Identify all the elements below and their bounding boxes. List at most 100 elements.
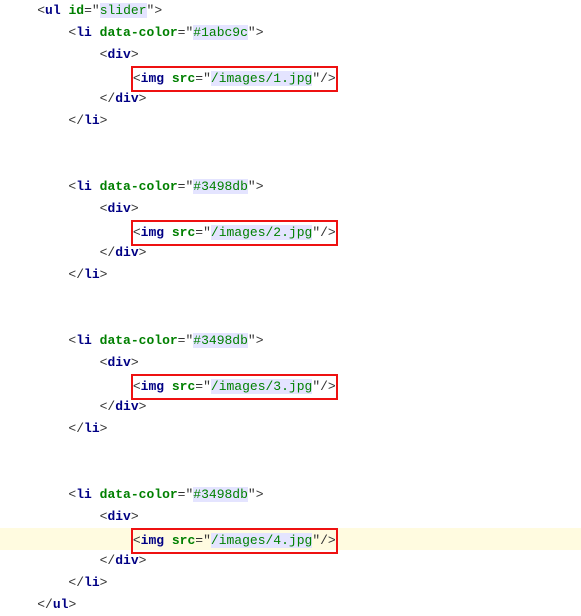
tag-li: li [76,487,92,502]
quote: " [312,533,320,548]
equals: = [195,533,203,548]
quote: " [248,333,256,348]
code-line[interactable]: <li data-color="#3498db"> [0,484,581,506]
code-line[interactable]: </li> [0,110,581,132]
code-line[interactable]: </li> [0,264,581,286]
quote: " [203,71,211,86]
tag-li: li [76,25,92,40]
tag-div: div [107,47,130,62]
self-close: /> [320,225,336,240]
angle-close: > [100,421,108,436]
highlight-box: <img src="/images/2.jpg"/> [131,220,338,246]
attr-src: src [172,379,195,394]
blank-line[interactable] [0,154,581,176]
blank-line[interactable] [0,462,581,484]
attr-src: src [172,71,195,86]
tag-div: div [107,201,130,216]
code-line[interactable]: </ul> [0,594,581,616]
code-line[interactable]: </li> [0,418,581,440]
angle-close: > [256,333,264,348]
angle-open: < [133,379,141,394]
code-line[interactable]: <img src="/images/4.jpg"/> [0,528,581,550]
angle-open: </ [68,267,84,282]
self-close: /> [320,379,336,394]
quote: " [203,225,211,240]
angle-close: > [256,179,264,194]
tag-div: div [115,91,138,106]
code-line[interactable]: <img src="/images/1.jpg"/> [0,66,581,88]
code-line[interactable]: </li> [0,572,581,594]
tag-div: div [115,399,138,414]
quote: " [203,379,211,394]
tag-img: img [141,71,164,86]
tag-div: div [115,553,138,568]
quote: " [312,379,320,394]
angle-close: > [100,575,108,590]
code-editor[interactable]: <ul id="slider"> <li data-color="#1abc9c… [0,0,581,616]
blank-line[interactable] [0,286,581,308]
attr-id: id [68,3,84,18]
angle-close: > [131,509,139,524]
quote: " [203,533,211,548]
attr-value: /images/1.jpg [211,71,312,86]
tag-img: img [141,533,164,548]
self-close: /> [320,533,336,548]
code-line[interactable]: <div> [0,506,581,528]
attr-data-color: data-color [100,25,178,40]
code-line[interactable]: <li data-color="#3498db"> [0,330,581,352]
angle-open: < [133,225,141,240]
angle-close: > [131,201,139,216]
tag-div: div [107,509,130,524]
quote: " [92,3,100,18]
angle-close: > [139,399,147,414]
attr-value: #3498db [193,487,248,502]
angle-open: </ [68,421,84,436]
code-line[interactable]: <li data-color="#3498db"> [0,176,581,198]
attr-data-color: data-color [100,487,178,502]
blank-line[interactable] [0,308,581,330]
attr-src: src [172,533,195,548]
attr-data-color: data-color [100,333,178,348]
angle-close: > [131,355,139,370]
equals: = [195,225,203,240]
tag-ul: ul [45,3,61,18]
tag-img: img [141,225,164,240]
angle-open: < [133,71,141,86]
code-line[interactable]: <li data-color="#1abc9c"> [0,22,581,44]
angle-open: </ [68,113,84,128]
angle-open: </ [37,597,53,612]
self-close: /> [320,71,336,86]
quote: " [248,487,256,502]
code-line[interactable]: <div> [0,352,581,374]
angle-close: > [139,91,147,106]
angle-open: < [133,533,141,548]
code-line[interactable]: <img src="/images/3.jpg"/> [0,374,581,396]
blank-line[interactable] [0,440,581,462]
tag-li: li [84,575,100,590]
attr-value: slider [100,3,147,18]
highlight-box: <img src="/images/1.jpg"/> [131,66,338,92]
quote: " [248,179,256,194]
tag-li: li [76,179,92,194]
angle-close: > [139,553,147,568]
blank-line[interactable] [0,132,581,154]
equals: = [195,379,203,394]
tag-ul: ul [53,597,69,612]
code-line[interactable]: <div> [0,198,581,220]
code-line[interactable]: <ul id="slider"> [0,0,581,22]
code-line[interactable]: <img src="/images/2.jpg"/> [0,220,581,242]
tag-div: div [107,355,130,370]
code-line[interactable]: <div> [0,44,581,66]
angle-open: </ [100,91,116,106]
angle-close: > [68,597,76,612]
attr-value: #3498db [193,179,248,194]
tag-img: img [141,379,164,394]
tag-li: li [84,113,100,128]
angle-close: > [256,487,264,502]
angle-close: > [256,25,264,40]
angle-open: </ [100,553,116,568]
tag-li: li [84,421,100,436]
quote: " [312,71,320,86]
tag-li: li [76,333,92,348]
highlight-box: <img src="/images/3.jpg"/> [131,374,338,400]
